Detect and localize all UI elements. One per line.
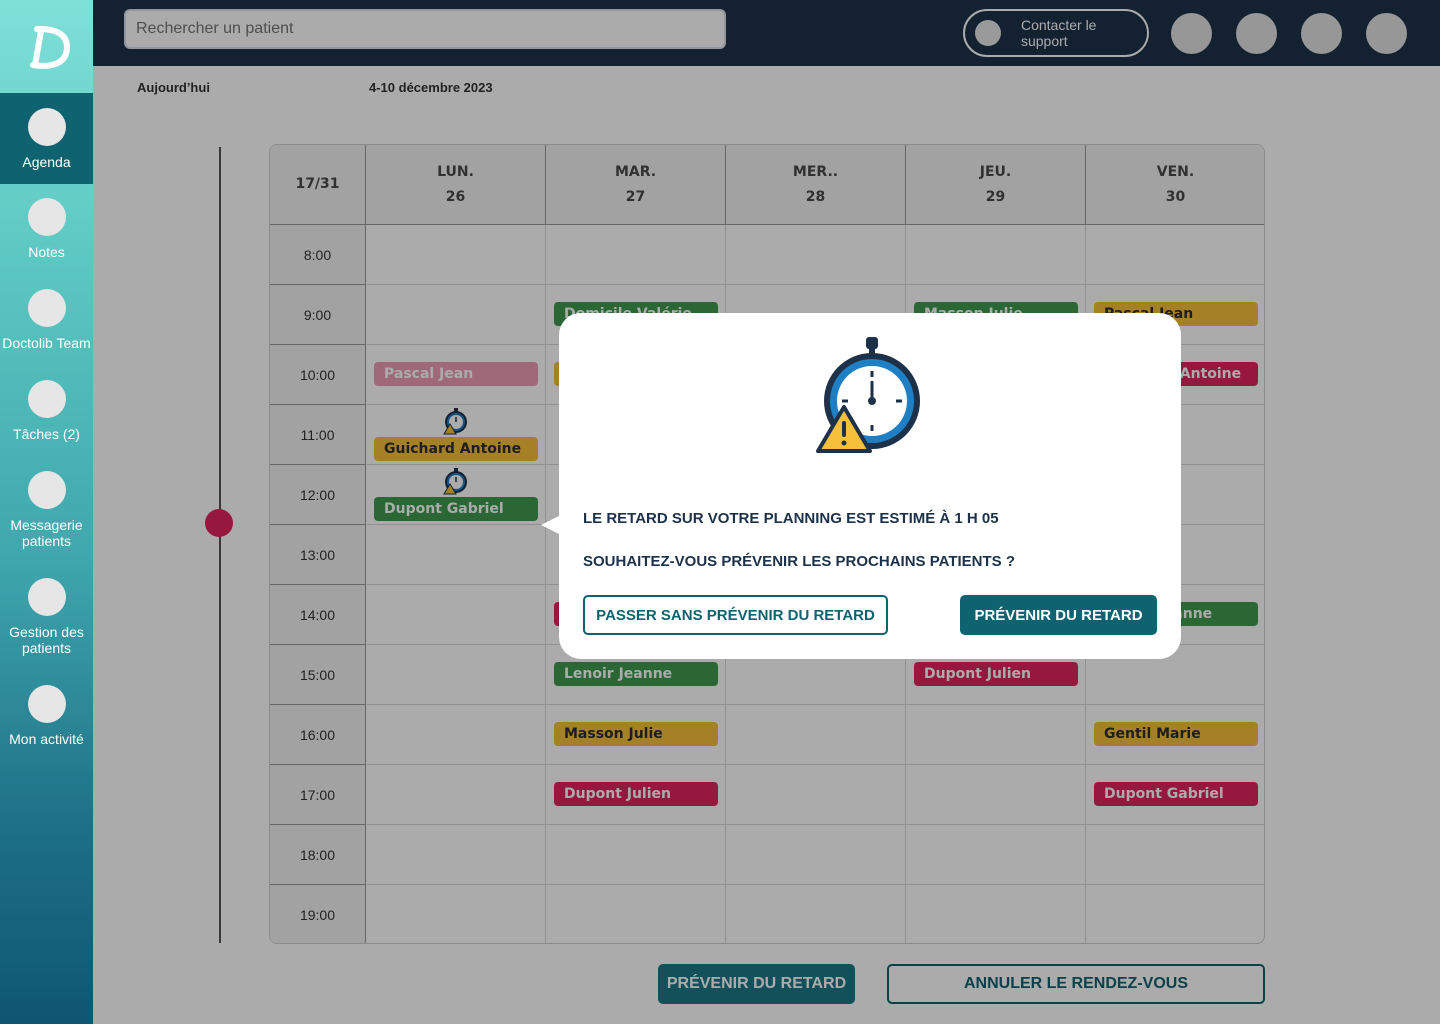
- sidebar-item-label: Doctolib Team: [2, 335, 91, 351]
- sidebar: Agenda Notes Doctolib Team Tâches (2) Me…: [0, 0, 93, 1024]
- sidebar-item-label: Agenda: [22, 153, 71, 170]
- sidebar-item-label: Gestion des patients: [9, 624, 84, 656]
- activity-icon: [27, 685, 66, 723]
- delay-estimate-text: LE RETARD SUR VOTRE PLANNING EST ESTIMÉ …: [583, 510, 999, 527]
- tasks-icon: [27, 380, 66, 418]
- logo-d-icon: [29, 25, 70, 69]
- sidebar-item-label: Tâches (2): [13, 426, 80, 442]
- sidebar-item-label: Mon activité: [9, 731, 84, 747]
- modal-pointer: [541, 515, 561, 535]
- notify-question-text: SOUHAITEZ-VOUS PRÉVENIR LES PROCHAINS PA…: [583, 553, 1015, 570]
- team-icon: [27, 289, 66, 327]
- sidebar-item-label: Messagerie patients: [10, 517, 83, 549]
- sidebar-item-notes[interactable]: Notes: [0, 198, 93, 260]
- sidebar-item-taches[interactable]: Tâches (2): [0, 380, 93, 442]
- sidebar-item-mon-activite[interactable]: Mon activité: [0, 685, 93, 747]
- agenda-icon: [27, 107, 66, 146]
- notes-icon: [27, 198, 66, 236]
- doctolib-logo[interactable]: [0, 0, 93, 93]
- sidebar-item-agenda[interactable]: Agenda: [0, 93, 93, 184]
- sidebar-item-messagerie[interactable]: Messagerie patients: [0, 471, 93, 549]
- notify-delay-button[interactable]: PRÉVENIR DU RETARD: [960, 595, 1157, 635]
- sidebar-item-label: Notes: [28, 244, 65, 260]
- delay-modal: LE RETARD SUR VOTRE PLANNING EST ESTIMÉ …: [559, 313, 1181, 659]
- sidebar-item-doctolib-team[interactable]: Doctolib Team: [0, 289, 93, 351]
- sidebar-item-gestion-patients[interactable]: Gestion des patients: [0, 578, 93, 656]
- messages-icon: [27, 471, 66, 509]
- patients-icon: [27, 578, 66, 616]
- stopwatch-warning-icon: [816, 337, 920, 453]
- skip-notify-button[interactable]: PASSER SANS PRÉVENIR DU RETARD: [583, 595, 888, 635]
